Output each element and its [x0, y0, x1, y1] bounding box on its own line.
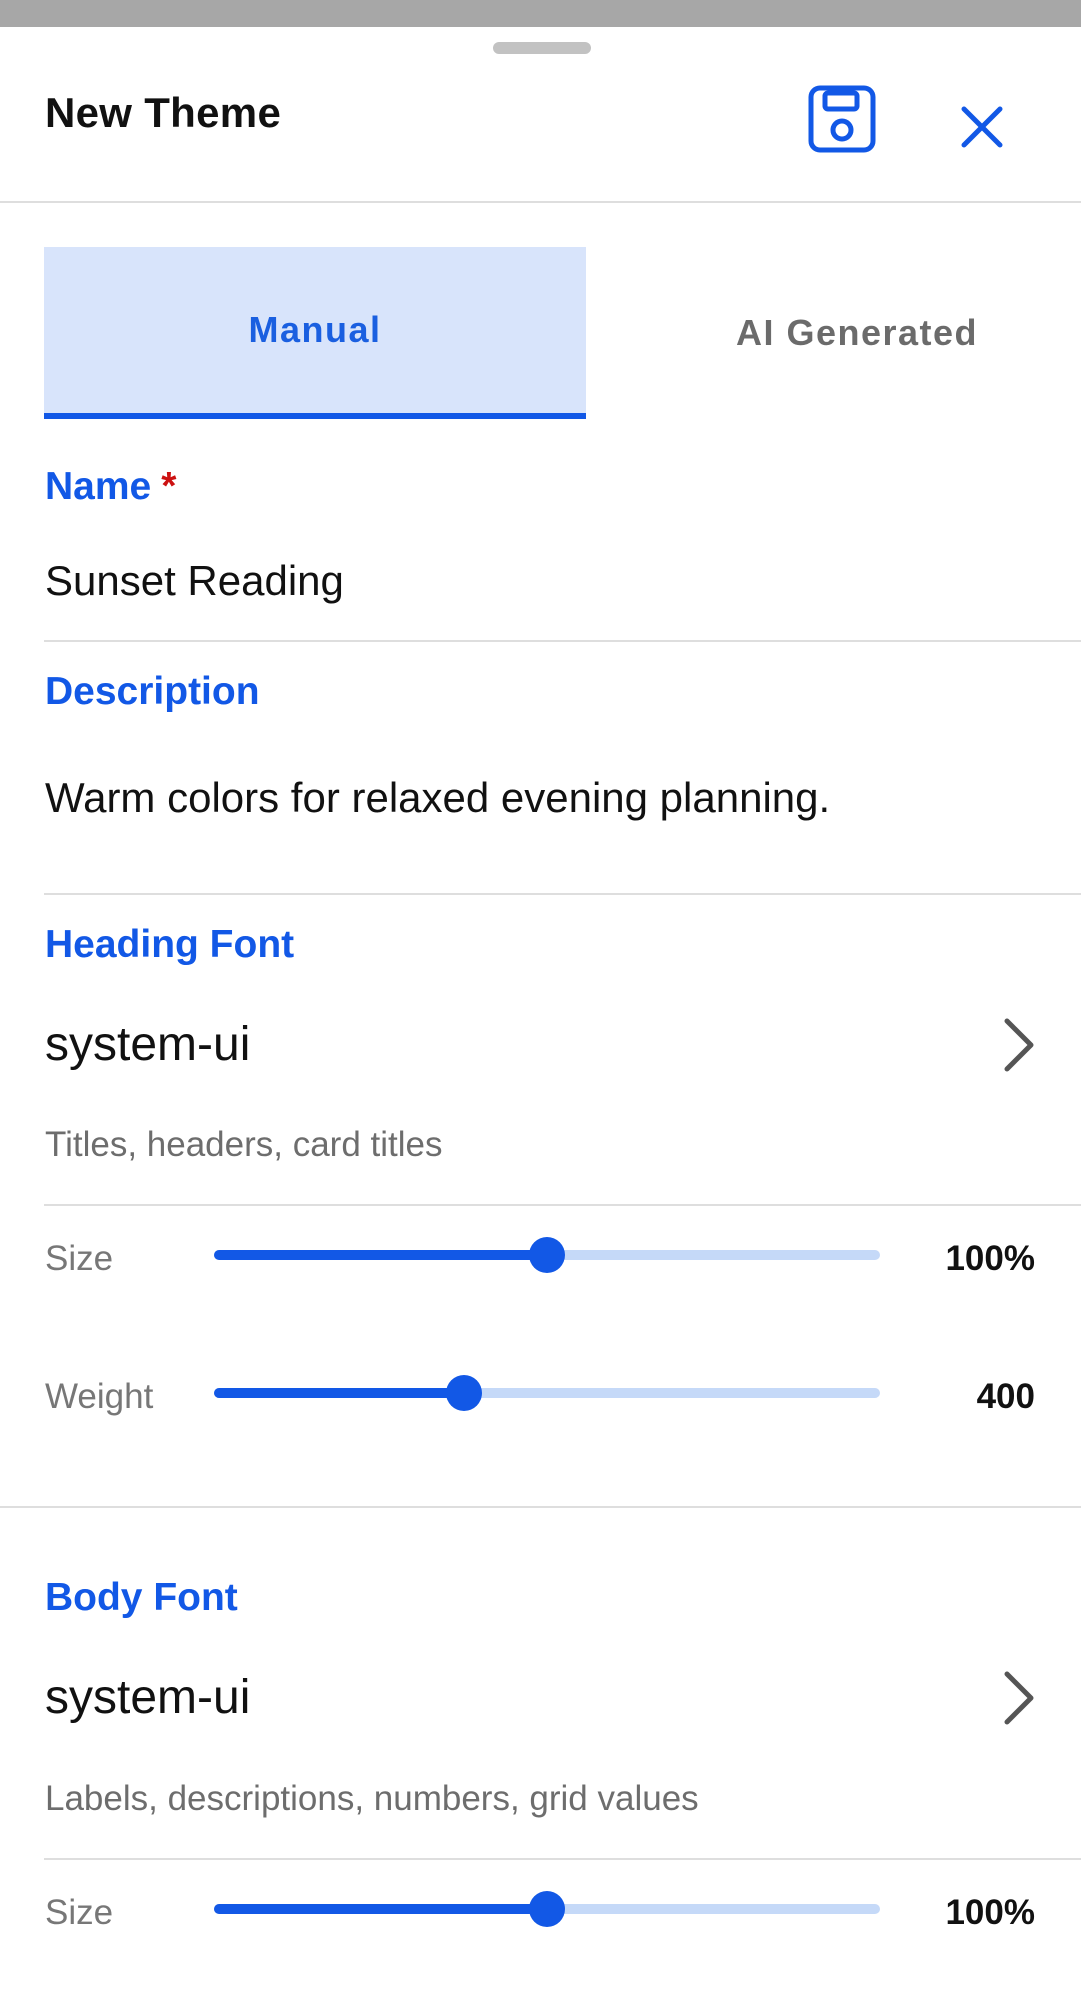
divider	[44, 640, 1081, 642]
body-font-value: system-ui	[45, 1671, 251, 1724]
name-label: Name *	[45, 465, 176, 509]
body-size-slider[interactable]	[214, 1888, 880, 1932]
save-button[interactable]	[800, 77, 884, 161]
mode-tabs: Manual AI Generated	[44, 247, 1081, 419]
heading-weight-label: Weight	[45, 1377, 154, 1416]
sheet-header: New Theme	[0, 27, 1081, 203]
body-font-picker[interactable]: system-ui	[44, 1640, 1081, 1760]
heading-weight-slider[interactable]	[214, 1372, 880, 1416]
heading-weight-value: 400	[976, 1377, 1035, 1416]
tab-ai-generated[interactable]: AI Generated	[586, 247, 1081, 419]
heading-size-slider[interactable]	[214, 1234, 880, 1278]
slider-fill	[214, 1388, 464, 1398]
chevron-right-icon	[1004, 1671, 1034, 1725]
close-x-icon	[961, 106, 1003, 148]
tab-manual[interactable]: Manual	[44, 247, 586, 419]
slider-thumb[interactable]	[529, 1891, 565, 1927]
heading-size-value: 100%	[945, 1239, 1035, 1278]
status-bar-background	[0, 0, 1081, 27]
section-divider	[0, 1506, 1081, 1508]
new-theme-sheet: New Theme Manual AI Generated Name * Suns…	[0, 27, 1081, 1999]
divider	[44, 1858, 1081, 1860]
heading-font-picker[interactable]: system-ui	[44, 987, 1081, 1107]
heading-font-hint: Titles, headers, card titles	[45, 1125, 443, 1164]
description-field[interactable]: Warm colors for relaxed evening planning…	[45, 774, 830, 822]
name-field[interactable]: Sunset Reading	[45, 557, 344, 605]
chevron-right-icon	[1004, 1018, 1034, 1072]
heading-font-value: system-ui	[45, 1018, 251, 1071]
required-asterisk: *	[161, 465, 177, 508]
body-font-hint: Labels, descriptions, numbers, grid valu…	[45, 1779, 699, 1818]
body-size-value: 100%	[945, 1893, 1035, 1932]
save-floppy-icon	[808, 85, 876, 153]
page-title: New Theme	[45, 89, 282, 136]
body-size-label: Size	[45, 1893, 114, 1932]
divider	[44, 893, 1081, 895]
slider-thumb[interactable]	[529, 1237, 565, 1273]
close-button[interactable]	[940, 85, 1024, 169]
slider-fill	[214, 1250, 547, 1260]
heading-size-label: Size	[45, 1239, 114, 1278]
body-font-label: Body Font	[45, 1576, 238, 1619]
divider	[44, 1204, 1081, 1206]
slider-thumb[interactable]	[445, 1375, 482, 1411]
description-label: Description	[45, 670, 260, 713]
heading-font-label: Heading Font	[45, 923, 295, 966]
slider-fill	[214, 1904, 547, 1914]
name-label-text: Name	[45, 465, 152, 508]
